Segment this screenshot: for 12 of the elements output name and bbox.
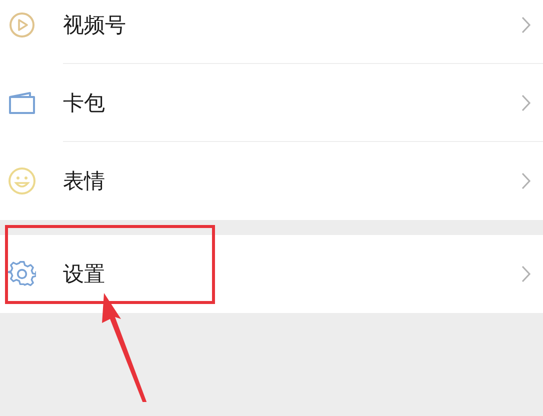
chevron-icon [521,94,531,112]
menu-label: 设置 [63,261,106,288]
wallet-icon [8,91,36,115]
menu-label: 表情 [63,168,106,195]
menu-label: 视频号 [63,12,127,39]
smiley-icon [8,167,36,195]
settings-icon [8,260,36,288]
play-icon [9,12,35,38]
chevron-icon [521,172,531,190]
chevron-icon [521,265,531,283]
menu-label: 卡包 [63,90,106,117]
chevron-icon [521,16,531,34]
